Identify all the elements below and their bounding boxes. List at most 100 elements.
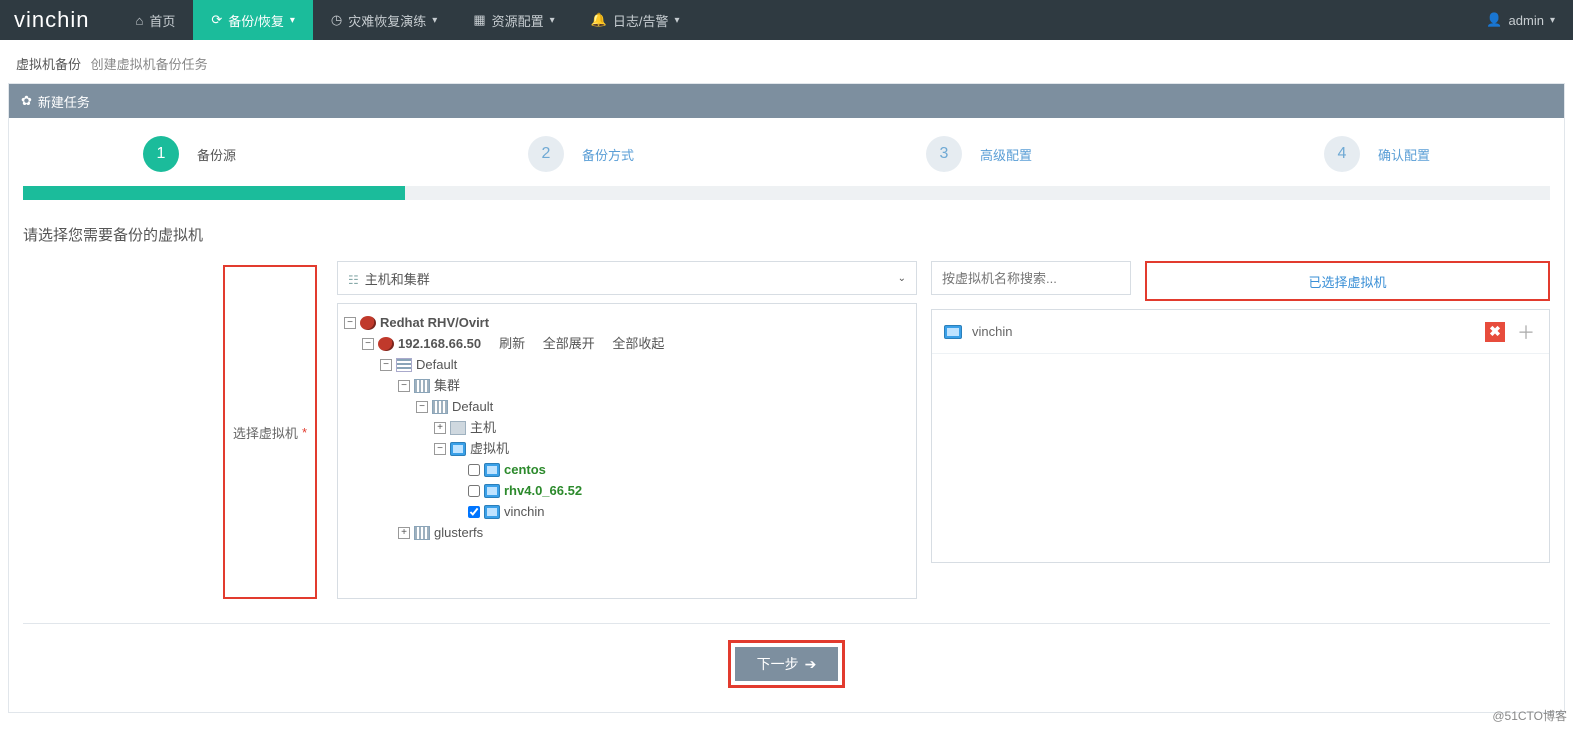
watermark: @51CTO博客 (1492, 707, 1567, 724)
step-1-label: 备份源 (197, 145, 236, 164)
tree-vm-vinchin[interactable]: vinchin (504, 501, 544, 522)
step-2-label: 备份方式 (582, 145, 634, 164)
tree-refresh[interactable]: 刷新 (499, 336, 525, 351)
chevron-down-icon: ▾ (550, 15, 555, 26)
wizard-footer: 下一步 ➔ (23, 623, 1550, 688)
step-4-label: 确认配置 (1378, 145, 1430, 164)
nav-user[interactable]: 👤 admin ▾ (1468, 12, 1573, 28)
tree-hostnode[interactable]: 主机 (470, 417, 496, 438)
vm-tree: − Redhat RHV/Ovirt − 192.168.66.50 (337, 303, 917, 599)
tree-toggle[interactable]: + (398, 527, 410, 539)
tree-toggle[interactable]: − (380, 359, 392, 371)
tree-collapse-all[interactable]: 全部收起 (612, 336, 664, 351)
brand-logo: vinchin (0, 7, 117, 33)
selected-vm-name: vinchin (972, 324, 1475, 339)
required-mark: * (302, 425, 307, 440)
selected-vm-item: vinchin ✖ ＋ (932, 310, 1549, 354)
breadcrumb-main: 虚拟机备份 (16, 57, 81, 72)
vm-checkbox-centos[interactable] (468, 464, 480, 476)
arrow-right-icon: ➔ (805, 656, 817, 673)
home-icon: ⌂ (135, 13, 143, 28)
tree-toggle[interactable]: − (344, 317, 356, 329)
selected-vm-header-text: 已选择虚拟机 (1308, 272, 1386, 291)
step-2[interactable]: 2 备份方式 (528, 136, 634, 172)
gear-icon: ✿ (21, 93, 32, 109)
step-3[interactable]: 3 高级配置 (926, 136, 1032, 172)
next-button-label: 下一步 (757, 654, 799, 674)
refresh-icon: ⟳ (211, 12, 222, 28)
nav-log-label: 日志/告警 (613, 11, 669, 30)
tree-expand-all[interactable]: 全部展开 (543, 336, 595, 351)
tree-vm-centos[interactable]: centos (504, 459, 546, 480)
vm-icon (484, 505, 500, 519)
step-4[interactable]: 4 确认配置 (1324, 136, 1430, 172)
cluster-group-icon (414, 379, 430, 393)
vm-icon (484, 484, 500, 498)
nav-dr[interactable]: ◷ 灾难恢复演练 ▾ (313, 0, 455, 40)
top-nav: vinchin ⌂ 首页 ⟳ 备份/恢复 ▾ ◷ 灾难恢复演练 ▾ ▦ 资源配置… (0, 0, 1573, 40)
bell-icon: 🔔 (591, 12, 607, 28)
vm-icon (944, 325, 962, 339)
panel-title: 新建任务 (38, 92, 90, 111)
tree-root[interactable]: Redhat RHV/Ovirt (380, 312, 489, 333)
nav-user-name: admin (1509, 13, 1544, 28)
nav-backup-label: 备份/恢复 (228, 11, 284, 30)
tree-dc[interactable]: Default (416, 354, 457, 375)
tree-host[interactable]: 192.168.66.50 (398, 333, 481, 354)
view-selector[interactable]: ☷ 主机和集群 ⌄ (337, 261, 917, 295)
tree-host-actions: 刷新 全部展开 全部收起 (499, 333, 678, 354)
grid-icon: ▦ (473, 12, 485, 28)
wizard-progress (23, 186, 1550, 200)
user-icon: 👤 (1486, 12, 1502, 28)
tree-toggle[interactable]: − (398, 380, 410, 392)
vm-folder-icon (450, 442, 466, 456)
select-vm-label: 选择虚拟机 * (223, 265, 317, 599)
nav-log[interactable]: 🔔 日志/告警 ▾ (573, 0, 698, 40)
breadcrumb: 虚拟机备份 创建虚拟机备份任务 (0, 40, 1573, 83)
tree-vmnode[interactable]: 虚拟机 (470, 438, 509, 459)
chevron-down-icon: ▾ (290, 15, 295, 26)
vm-checkbox-rhv[interactable] (468, 485, 480, 497)
step-4-num: 4 (1324, 136, 1360, 172)
tree-gluster[interactable]: glusterfs (434, 522, 483, 543)
chevron-down-icon: ▾ (1550, 15, 1555, 26)
nav-home-label: 首页 (149, 11, 175, 30)
breadcrumb-sub: 创建虚拟机备份任务 (91, 57, 208, 72)
tree-toggle[interactable]: − (416, 401, 428, 413)
nav-home[interactable]: ⌂ 首页 (117, 0, 193, 40)
wizard-steps: 1 备份源 2 备份方式 3 高级配置 4 确认配置 (23, 136, 1550, 186)
panel-header: ✿ 新建任务 (9, 84, 1564, 118)
hosts-icon: ☷ (348, 273, 359, 287)
tree-cluster-group[interactable]: 集群 (434, 375, 460, 396)
selected-vm-list: vinchin ✖ ＋ (931, 309, 1550, 563)
prompt-text: 请选择您需要备份的虚拟机 (23, 224, 1550, 245)
cluster-icon (432, 400, 448, 414)
host-icon (450, 421, 466, 435)
vm-search-input[interactable] (931, 261, 1131, 295)
remove-vm-button[interactable]: ✖ (1485, 322, 1505, 342)
tree-toggle[interactable]: − (362, 338, 374, 350)
next-button-highlight: 下一步 ➔ (728, 640, 846, 688)
nav-resource[interactable]: ▦ 资源配置 ▾ (455, 0, 572, 40)
chevron-down-icon: ▾ (432, 15, 437, 26)
nav-backup[interactable]: ⟳ 备份/恢复 ▾ (193, 0, 313, 40)
step-1-num: 1 (143, 136, 179, 172)
nav-dr-label: 灾难恢复演练 (348, 11, 426, 30)
vm-checkbox-vinchin[interactable] (468, 506, 480, 518)
step-1[interactable]: 1 备份源 (143, 136, 236, 172)
dr-icon: ◷ (331, 12, 342, 28)
nav-resource-label: 资源配置 (492, 11, 544, 30)
select-vm-label-text: 选择虚拟机 (233, 423, 298, 442)
view-selector-label: 主机和集群 (365, 272, 430, 287)
cluster-icon (414, 526, 430, 540)
step-3-num: 3 (926, 136, 962, 172)
next-button[interactable]: 下一步 ➔ (735, 647, 839, 681)
tree-vm-rhv[interactable]: rhv4.0_66.52 (504, 480, 582, 501)
tree-toggle[interactable]: + (434, 422, 446, 434)
chevron-down-icon: ⌄ (898, 273, 906, 284)
tree-toggle[interactable]: − (434, 443, 446, 455)
step-3-label: 高级配置 (980, 145, 1032, 164)
tree-cluster[interactable]: Default (452, 396, 493, 417)
chevron-down-icon: ▾ (674, 15, 679, 26)
expand-vm-button[interactable]: ＋ (1515, 321, 1537, 343)
